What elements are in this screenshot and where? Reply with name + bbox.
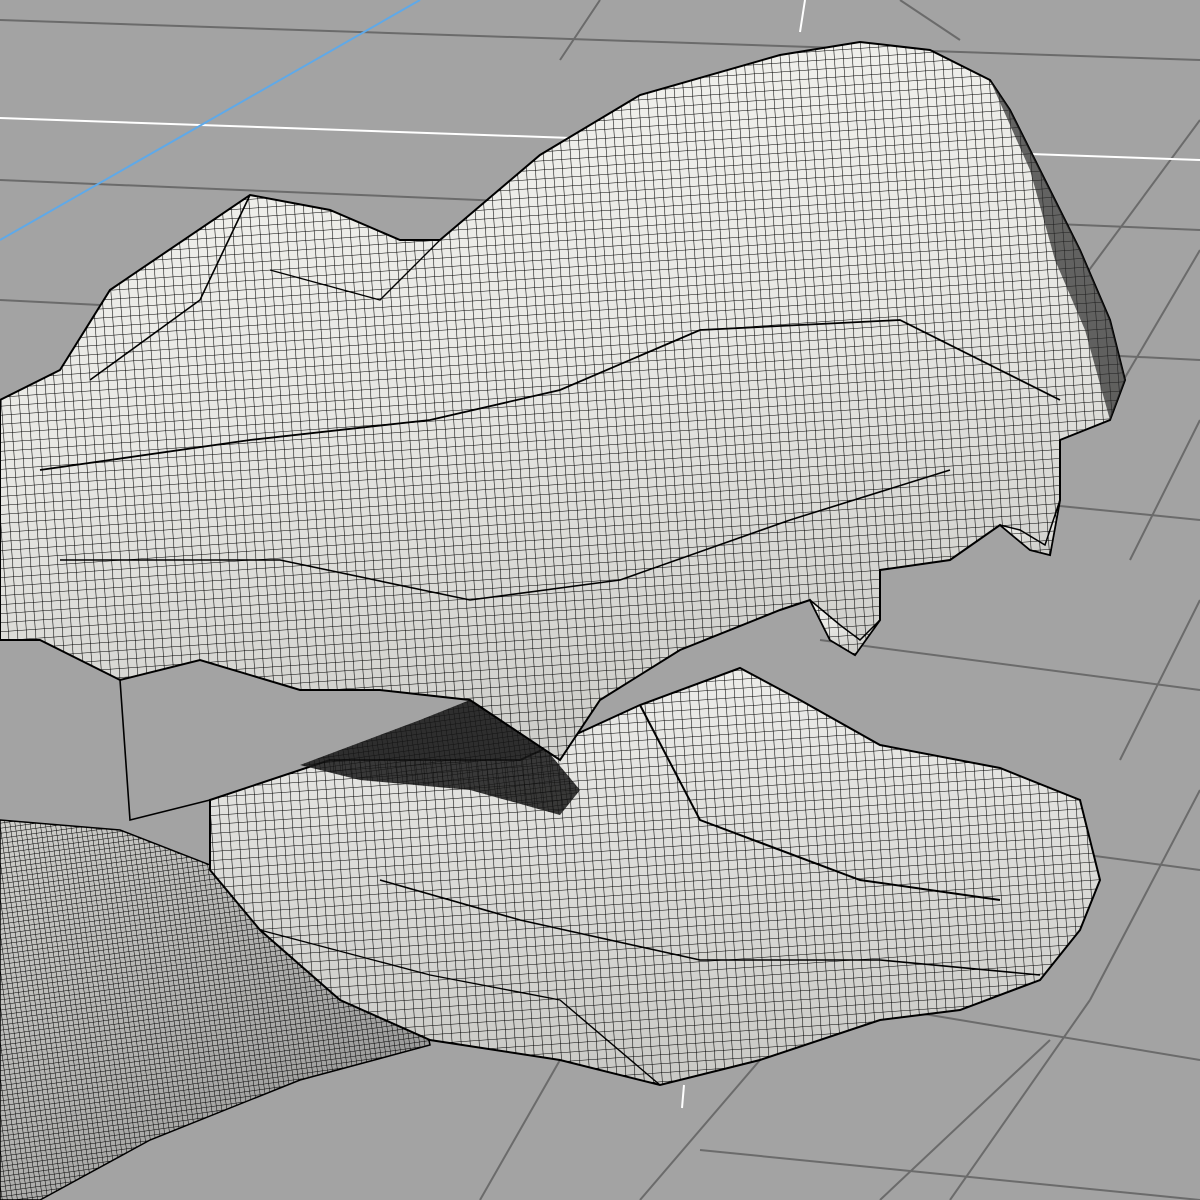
grid-line xyxy=(559,0,601,61)
grid-line xyxy=(1089,789,1200,1001)
mesh-upper-snout[interactable] xyxy=(0,40,1127,822)
grid-line xyxy=(899,0,961,41)
grid-line xyxy=(699,1149,1200,1200)
creature-head-mesh[interactable] xyxy=(0,40,1127,1200)
3d-viewport[interactable] xyxy=(0,0,1200,1200)
grid-line xyxy=(479,1059,561,1200)
scene-canvas[interactable] xyxy=(0,0,1200,1200)
grid-line xyxy=(1129,419,1200,561)
grid-line xyxy=(899,1009,1200,1061)
axis-y-line xyxy=(799,0,806,33)
grid-line xyxy=(0,19,1200,61)
grid-line xyxy=(819,639,1200,691)
axis-tick xyxy=(681,1084,685,1109)
grid-line xyxy=(1119,599,1200,761)
